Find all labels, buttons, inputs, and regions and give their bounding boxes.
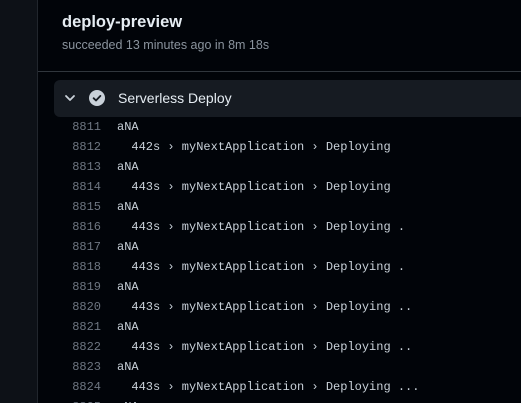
log-line: 8825 aNA <box>54 397 521 403</box>
log-line-number[interactable]: 8825 <box>54 397 101 403</box>
log-line: 8821 aNA <box>54 317 521 337</box>
log-line-number[interactable]: 8815 <box>54 197 101 217</box>
log-line-number[interactable]: 8812 <box>54 137 101 157</box>
log-line-number[interactable]: 8816 <box>54 217 101 237</box>
job-status-text: succeeded 13 minutes ago in 8m 18s <box>62 38 270 52</box>
log-line-number[interactable]: 8814 <box>54 177 101 197</box>
log-line: 8824 443s › myNextApplication › Deployin… <box>54 377 521 397</box>
log-line-text: 443s › myNextApplication › Deploying . <box>117 260 406 274</box>
log-line-text: 443s › myNextApplication › Deploying .. <box>117 300 413 314</box>
log-line: 8822 443s › myNextApplication › Deployin… <box>54 337 521 357</box>
log-line-text: aNA <box>117 320 139 334</box>
log-line-text: 443s › myNextApplication › Deploying <box>117 180 391 194</box>
log-line-text: 443s › myNextApplication › Deploying ... <box>117 380 420 394</box>
job-title: deploy-preview <box>62 13 183 31</box>
log-line: 8813 aNA <box>54 157 521 177</box>
log-line: 8816 443s › myNextApplication › Deployin… <box>54 217 521 237</box>
log-line-text: 443s › myNextApplication › Deploying . <box>117 220 406 234</box>
log-line: 8819 aNA <box>54 277 521 297</box>
log-line-number[interactable]: 8811 <box>54 117 101 137</box>
log-line-text: aNA <box>117 397 139 403</box>
step-label: Serverless Deploy <box>118 90 232 106</box>
log-line-number[interactable]: 8820 <box>54 297 101 317</box>
log-line: 8823 aNA <box>54 357 521 377</box>
log-line: 8817 aNA <box>54 237 521 257</box>
log-line-number[interactable]: 8818 <box>54 257 101 277</box>
log-line: 8812 442s › myNextApplication › Deployin… <box>54 137 521 157</box>
log-line-text: aNA <box>117 200 139 214</box>
log-line-number[interactable]: 8813 <box>54 157 101 177</box>
log-line: 8814 443s › myNextApplication › Deployin… <box>54 177 521 197</box>
log-line-number[interactable]: 8821 <box>54 317 101 337</box>
log-line: 8818 443s › myNextApplication › Deployin… <box>54 257 521 277</box>
log-line: 8820 443s › myNextApplication › Deployin… <box>54 297 521 317</box>
left-gutter <box>0 0 37 403</box>
log-line: 8811 aNA <box>54 117 521 137</box>
log-line-number[interactable]: 8817 <box>54 237 101 257</box>
log-line: 8815 aNA <box>54 197 521 217</box>
log-line-text: 442s › myNextApplication › Deploying <box>117 140 391 154</box>
log-line-text: aNA <box>117 160 139 174</box>
log-line-text: 443s › myNextApplication › Deploying .. <box>117 340 413 354</box>
chevron-down-icon[interactable] <box>63 91 77 105</box>
log-output: 8811 aNA 8812 442s › myNextApplication › D… <box>54 117 521 403</box>
check-circle-icon <box>89 90 105 106</box>
log-line-number[interactable]: 8822 <box>54 337 101 357</box>
log-line-text: aNA <box>117 120 139 134</box>
job-header <box>38 0 521 71</box>
log-line-text: aNA <box>117 240 139 254</box>
log-line-text: aNA <box>117 360 139 374</box>
log-line-number[interactable]: 8824 <box>54 377 101 397</box>
header-divider <box>38 71 521 72</box>
log-line-number[interactable]: 8819 <box>54 277 101 297</box>
log-line-number[interactable]: 8823 <box>54 357 101 377</box>
log-line-text: aNA <box>117 280 139 294</box>
